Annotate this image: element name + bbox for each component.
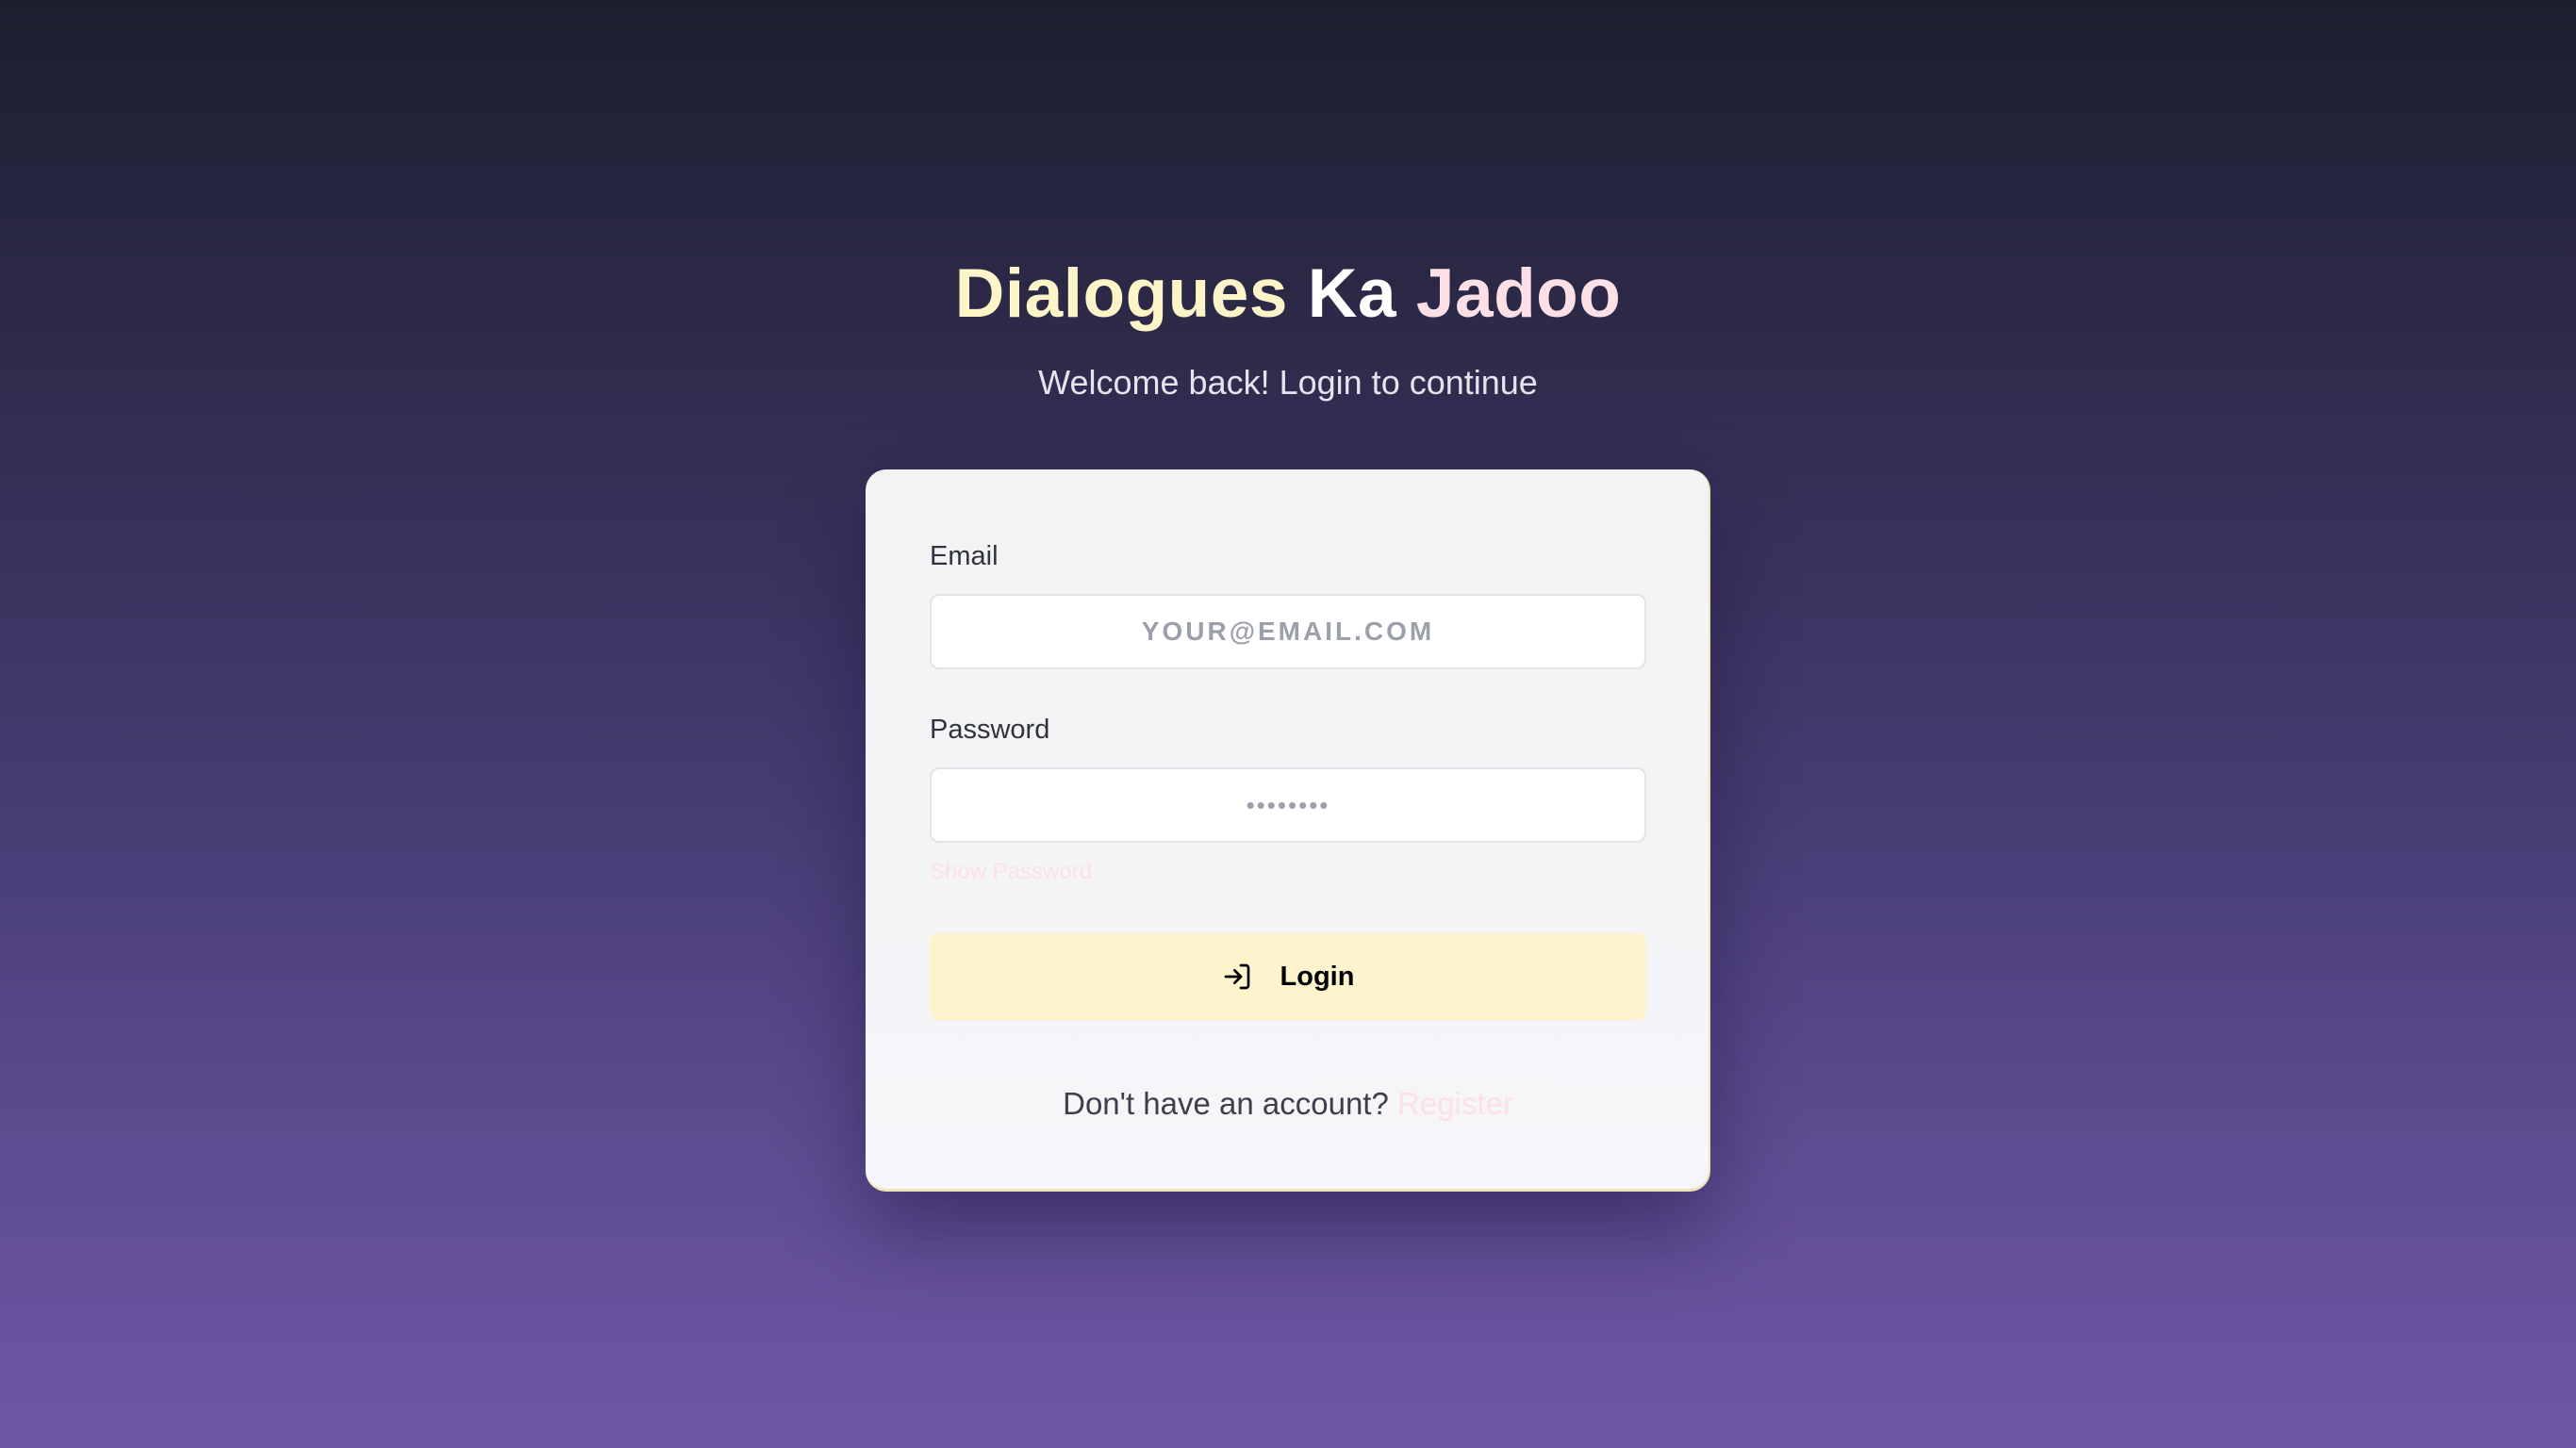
app-title-part-2: Ka xyxy=(1307,255,1397,332)
log-in-icon xyxy=(1222,962,1252,992)
register-link[interactable]: Register xyxy=(1397,1086,1513,1121)
app-title: Dialogues Ka Jadoo xyxy=(0,247,2576,341)
page-subtitle: Welcome back! Login to continue xyxy=(1038,363,1538,402)
show-password-toggle[interactable]: Show Password xyxy=(930,858,1092,886)
login-card: Email YOUR@EMAIL.COM Password •••••••• S… xyxy=(866,469,1710,1192)
password-placeholder: •••••••• xyxy=(1246,791,1330,819)
password-label: Password xyxy=(930,715,1050,745)
app-title-part-1: Dialogues xyxy=(954,255,1288,332)
password-field[interactable]: •••••••• xyxy=(930,767,1646,843)
register-prompt: Don't have an account? Register xyxy=(866,1083,1710,1125)
email-label: Email xyxy=(930,541,999,571)
register-prompt-text: Don't have an account? xyxy=(1063,1086,1389,1121)
email-placeholder: YOUR@EMAIL.COM xyxy=(1141,617,1435,646)
login-button-label: Login xyxy=(1280,961,1355,992)
login-button[interactable]: Login xyxy=(930,933,1646,1020)
app-title-part-3: Jadoo xyxy=(1415,255,1622,332)
email-field[interactable]: YOUR@EMAIL.COM xyxy=(930,594,1646,669)
